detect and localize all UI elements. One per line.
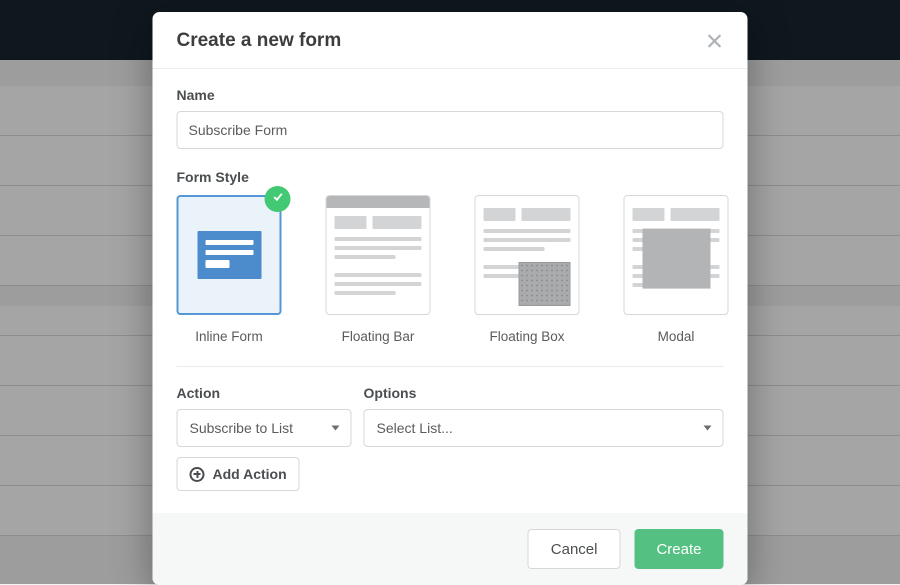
style-card xyxy=(177,195,282,315)
modal-header: Create a new form xyxy=(153,12,748,69)
close-button[interactable] xyxy=(706,32,724,50)
action-select[interactable]: Subscribe to List xyxy=(177,409,352,447)
style-card xyxy=(326,195,431,315)
style-card xyxy=(475,195,580,315)
form-style-label: Form Style xyxy=(177,169,724,185)
options-label: Options xyxy=(364,385,724,401)
divider xyxy=(177,366,724,367)
form-style-grid: Inline Form Floating Bar xyxy=(177,195,724,344)
style-label: Modal xyxy=(658,329,695,344)
create-button[interactable]: Create xyxy=(634,529,723,569)
modal-title: Create a new form xyxy=(177,30,342,52)
style-label: Floating Bar xyxy=(342,329,415,344)
name-section: Name xyxy=(177,87,724,149)
add-action-label: Add Action xyxy=(213,466,287,482)
style-option-floating-bar[interactable]: Floating Bar xyxy=(326,195,431,344)
name-label: Name xyxy=(177,87,724,103)
modal-body: Name Form Style xyxy=(153,69,748,513)
action-row: Action Subscribe to List Options Select … xyxy=(177,385,724,447)
chevron-down-icon xyxy=(704,426,712,431)
modal-footer: Cancel Create xyxy=(153,513,748,585)
create-form-modal: Create a new form Name Form Style xyxy=(153,12,748,585)
plus-circle-icon xyxy=(190,467,205,482)
style-card xyxy=(624,195,729,315)
form-style-section: Form Style xyxy=(177,169,724,344)
close-icon xyxy=(706,37,724,54)
name-input[interactable] xyxy=(177,111,724,149)
style-option-floating-box[interactable]: Floating Box xyxy=(475,195,580,344)
selected-badge xyxy=(265,186,291,212)
style-option-modal[interactable]: Modal xyxy=(624,195,729,344)
check-icon xyxy=(271,190,284,208)
cancel-button[interactable]: Cancel xyxy=(528,529,621,569)
style-option-inline-form[interactable]: Inline Form xyxy=(177,195,282,344)
style-label: Floating Box xyxy=(489,329,564,344)
action-label: Action xyxy=(177,385,352,401)
options-select[interactable]: Select List... xyxy=(364,409,724,447)
add-action-button[interactable]: Add Action xyxy=(177,457,300,491)
style-label: Inline Form xyxy=(195,329,263,344)
options-select-value: Select List... xyxy=(377,420,453,436)
action-select-value: Subscribe to List xyxy=(190,420,294,436)
chevron-down-icon xyxy=(332,426,340,431)
